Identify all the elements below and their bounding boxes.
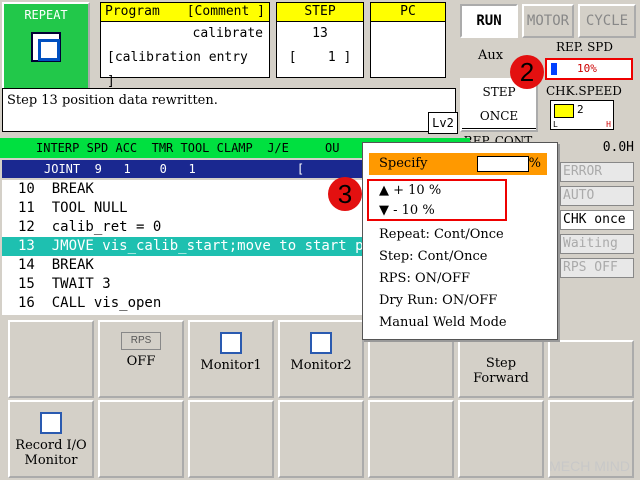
- repeat-label: REPEAT: [24, 8, 68, 22]
- program-header: Program: [105, 4, 160, 19]
- fkey-blank-1[interactable]: [8, 320, 94, 398]
- rps-off-button[interactable]: RPS OFF: [98, 320, 184, 398]
- rps-off-label: OFF: [126, 354, 156, 369]
- callout-badge-3: 3: [328, 177, 362, 211]
- record-io-monitor-button[interactable]: Record I/O Monitor: [8, 400, 94, 478]
- repeat-cont-once-item[interactable]: Repeat: Cont/Once: [379, 227, 504, 242]
- step-header: STEP: [277, 3, 363, 22]
- increase-10-item[interactable]: ▲ + 10 %: [379, 183, 441, 198]
- fkey-blank-7[interactable]: [368, 400, 454, 478]
- check-speed-label: CHK.SPEED: [546, 84, 622, 98]
- comment-header: [Comment ]: [186, 4, 265, 19]
- monitor1-label: Monitor1: [200, 358, 262, 373]
- repeat-button[interactable]: REPEAT: [2, 2, 90, 90]
- program-comment: [calibration entry ]: [107, 50, 248, 89]
- rep-speed-label: REP. SPD: [556, 40, 613, 54]
- step-sub: [ 1 ]: [288, 50, 352, 65]
- callout-badge-2: 2: [510, 55, 544, 89]
- check-speed-low: L: [553, 120, 558, 129]
- magnifier-icon: [310, 332, 332, 354]
- check-speed-fill: [554, 104, 574, 118]
- rps-badge: RPS: [121, 332, 161, 350]
- monitor2-label: Monitor2: [290, 358, 352, 373]
- dry-run-item[interactable]: Dry Run: ON/OFF: [379, 293, 497, 308]
- pc-header: PC: [371, 3, 445, 22]
- rep-speed-gauge[interactable]: 10%: [545, 58, 633, 80]
- repeat-icon: [31, 32, 61, 62]
- monitor1-button[interactable]: Monitor1: [188, 320, 274, 398]
- step-forward-button[interactable]: Step Forward: [458, 340, 544, 398]
- step-cont-once-item[interactable]: Step: Cont/Once: [379, 249, 487, 264]
- status-panel: 0.0H ERROR AUTO CHK once Waiting RPS OFF: [560, 140, 640, 290]
- step-panel: STEP 13 [ 1 ]: [276, 2, 364, 78]
- watermark: MECH MIND: [549, 458, 630, 474]
- status-rps-off: RPS OFF: [560, 258, 634, 278]
- magnifier-icon: [220, 332, 242, 354]
- step-forward-label-1: Step: [485, 356, 517, 371]
- pc-panel: PC: [370, 2, 446, 78]
- manual-weld-item[interactable]: Manual Weld Mode: [379, 315, 507, 330]
- fkey-blank-8[interactable]: [458, 400, 544, 478]
- check-speed-value: 2: [577, 103, 584, 116]
- program-name: calibrate: [192, 26, 263, 41]
- run-button[interactable]: RUN: [460, 4, 518, 38]
- record-io-label-1: Record I/O: [15, 438, 87, 453]
- decrease-10-item[interactable]: ▼ - 10 %: [379, 203, 435, 218]
- status-auto: AUTO: [560, 186, 634, 206]
- check-speed-high: H: [606, 120, 611, 129]
- fkey-blank-4[interactable]: [98, 400, 184, 478]
- fkey-blank-3[interactable]: [548, 340, 634, 398]
- level-indicator: Lv2: [428, 112, 458, 134]
- check-speed-gauge[interactable]: 2 L H: [550, 100, 614, 130]
- fkey-blank-6[interactable]: [278, 400, 364, 478]
- status-waiting: Waiting: [560, 234, 634, 254]
- status-error: ERROR: [560, 162, 634, 182]
- rep-speed-value: 10%: [577, 62, 597, 75]
- record-magnifier-icon: [40, 412, 62, 434]
- specify-row[interactable]: Specify %: [369, 153, 547, 175]
- aux-label: Aux: [478, 48, 504, 63]
- step-forward-label-2: Forward: [473, 371, 529, 386]
- step-value: 13: [312, 26, 328, 41]
- rps-on-off-item[interactable]: RPS: ON/OFF: [379, 271, 470, 286]
- record-io-label-2: Monitor: [24, 453, 78, 468]
- cycle-button[interactable]: CYCLE: [578, 4, 636, 38]
- monitor2-button[interactable]: Monitor2: [278, 320, 364, 398]
- fkey-blank-5[interactable]: [188, 400, 274, 478]
- fkey-blank-2[interactable]: [368, 340, 454, 398]
- operation-hours: 0.0H: [602, 140, 634, 155]
- specify-percent: %: [528, 156, 541, 171]
- specify-input[interactable]: [477, 156, 529, 172]
- motor-button[interactable]: MOTOR: [522, 4, 574, 38]
- program-panel: Program [Comment ] calibrate [calibratio…: [100, 2, 270, 89]
- specify-label: Specify: [379, 156, 428, 171]
- status-chk-once: CHK once: [560, 210, 634, 230]
- message-box: Step 13 position data rewritten.: [2, 88, 456, 132]
- rep-speed-bar: [551, 63, 557, 75]
- speed-popup-menu: Specify % ▲ + 10 % ▼ - 10 % Repeat: Cont…: [362, 142, 558, 340]
